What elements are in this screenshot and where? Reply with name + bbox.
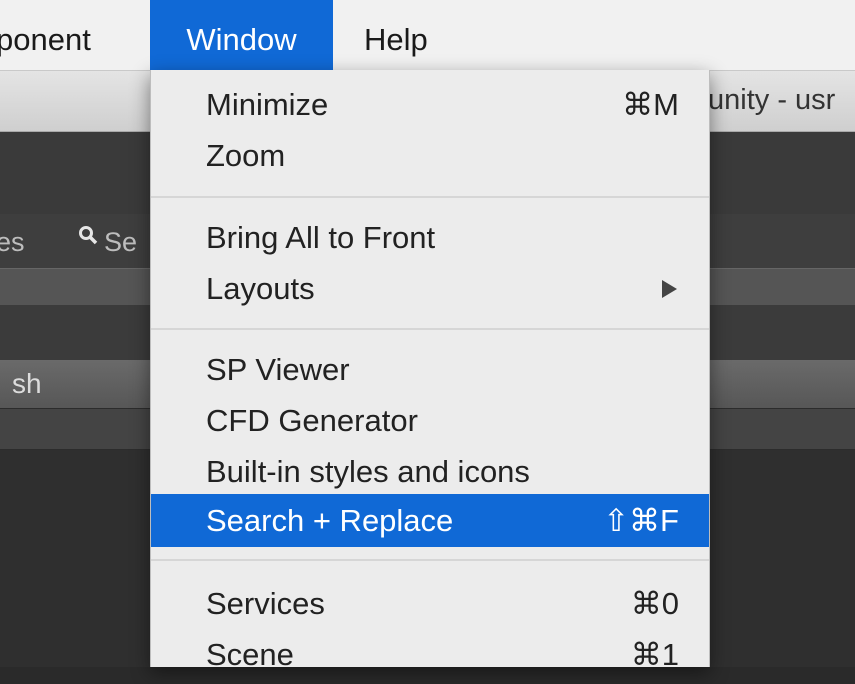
menu-item-search-replace[interactable]: Search + Replace ⇧⌘F	[151, 494, 709, 547]
menu-component[interactable]: ponent	[0, 0, 109, 70]
menu-item-bring-all-to-front[interactable]: Bring All to Front	[151, 209, 709, 267]
search-field-text: sh	[12, 368, 42, 399]
menu-item-sp-viewer[interactable]: SP Viewer	[151, 341, 709, 399]
tab-label[interactable]: es	[0, 222, 25, 262]
tab-search[interactable]: Se	[104, 222, 137, 262]
menu-item-services[interactable]: Services ⌘0	[151, 575, 709, 633]
menu-separator	[151, 559, 709, 561]
menu-item-label: Bring All to Front	[206, 220, 436, 255]
menu-item-label: Zoom	[206, 138, 286, 173]
menu-item-label: CFD Generator	[206, 403, 418, 438]
menu-item-built-in-styles[interactable]: Built-in styles and icons	[151, 443, 709, 501]
submenu-arrow-icon	[662, 280, 677, 298]
menu-item-shortcut: ⌘M	[622, 87, 679, 122]
menu-window[interactable]: Window	[150, 0, 333, 70]
menu-separator	[151, 328, 709, 330]
menu-item-scene[interactable]: Scene ⌘1	[151, 626, 709, 684]
window-title: unity - usr	[708, 84, 836, 116]
menu-item-label: Search + Replace	[206, 503, 454, 538]
menu-help[interactable]: Help	[346, 0, 446, 70]
menu-item-shortcut: ⇧⌘F	[603, 503, 679, 538]
search-icon	[79, 226, 98, 245]
menu-item-shortcut: ⌘0	[630, 586, 679, 621]
menu-item-label: Layouts	[206, 271, 315, 306]
menu-item-zoom[interactable]: Zoom	[151, 127, 709, 185]
menu-item-layouts[interactable]: Layouts	[151, 260, 709, 318]
menu-item-label: Services	[206, 586, 325, 621]
window-dropdown-menu: Minimize ⌘M Zoom Bring All to Front Layo…	[150, 70, 710, 672]
menu-item-shortcut: ⌘1	[630, 637, 679, 672]
menu-item-minimize[interactable]: Minimize ⌘M	[151, 76, 709, 134]
menu-item-label: Built-in styles and icons	[206, 454, 530, 489]
menu-item-label: SP Viewer	[206, 352, 350, 387]
menu-item-label: Scene	[206, 637, 294, 672]
menu-item-label: Minimize	[206, 87, 329, 122]
menu-separator	[151, 196, 709, 198]
menu-item-cfd-generator[interactable]: CFD Generator	[151, 392, 709, 450]
